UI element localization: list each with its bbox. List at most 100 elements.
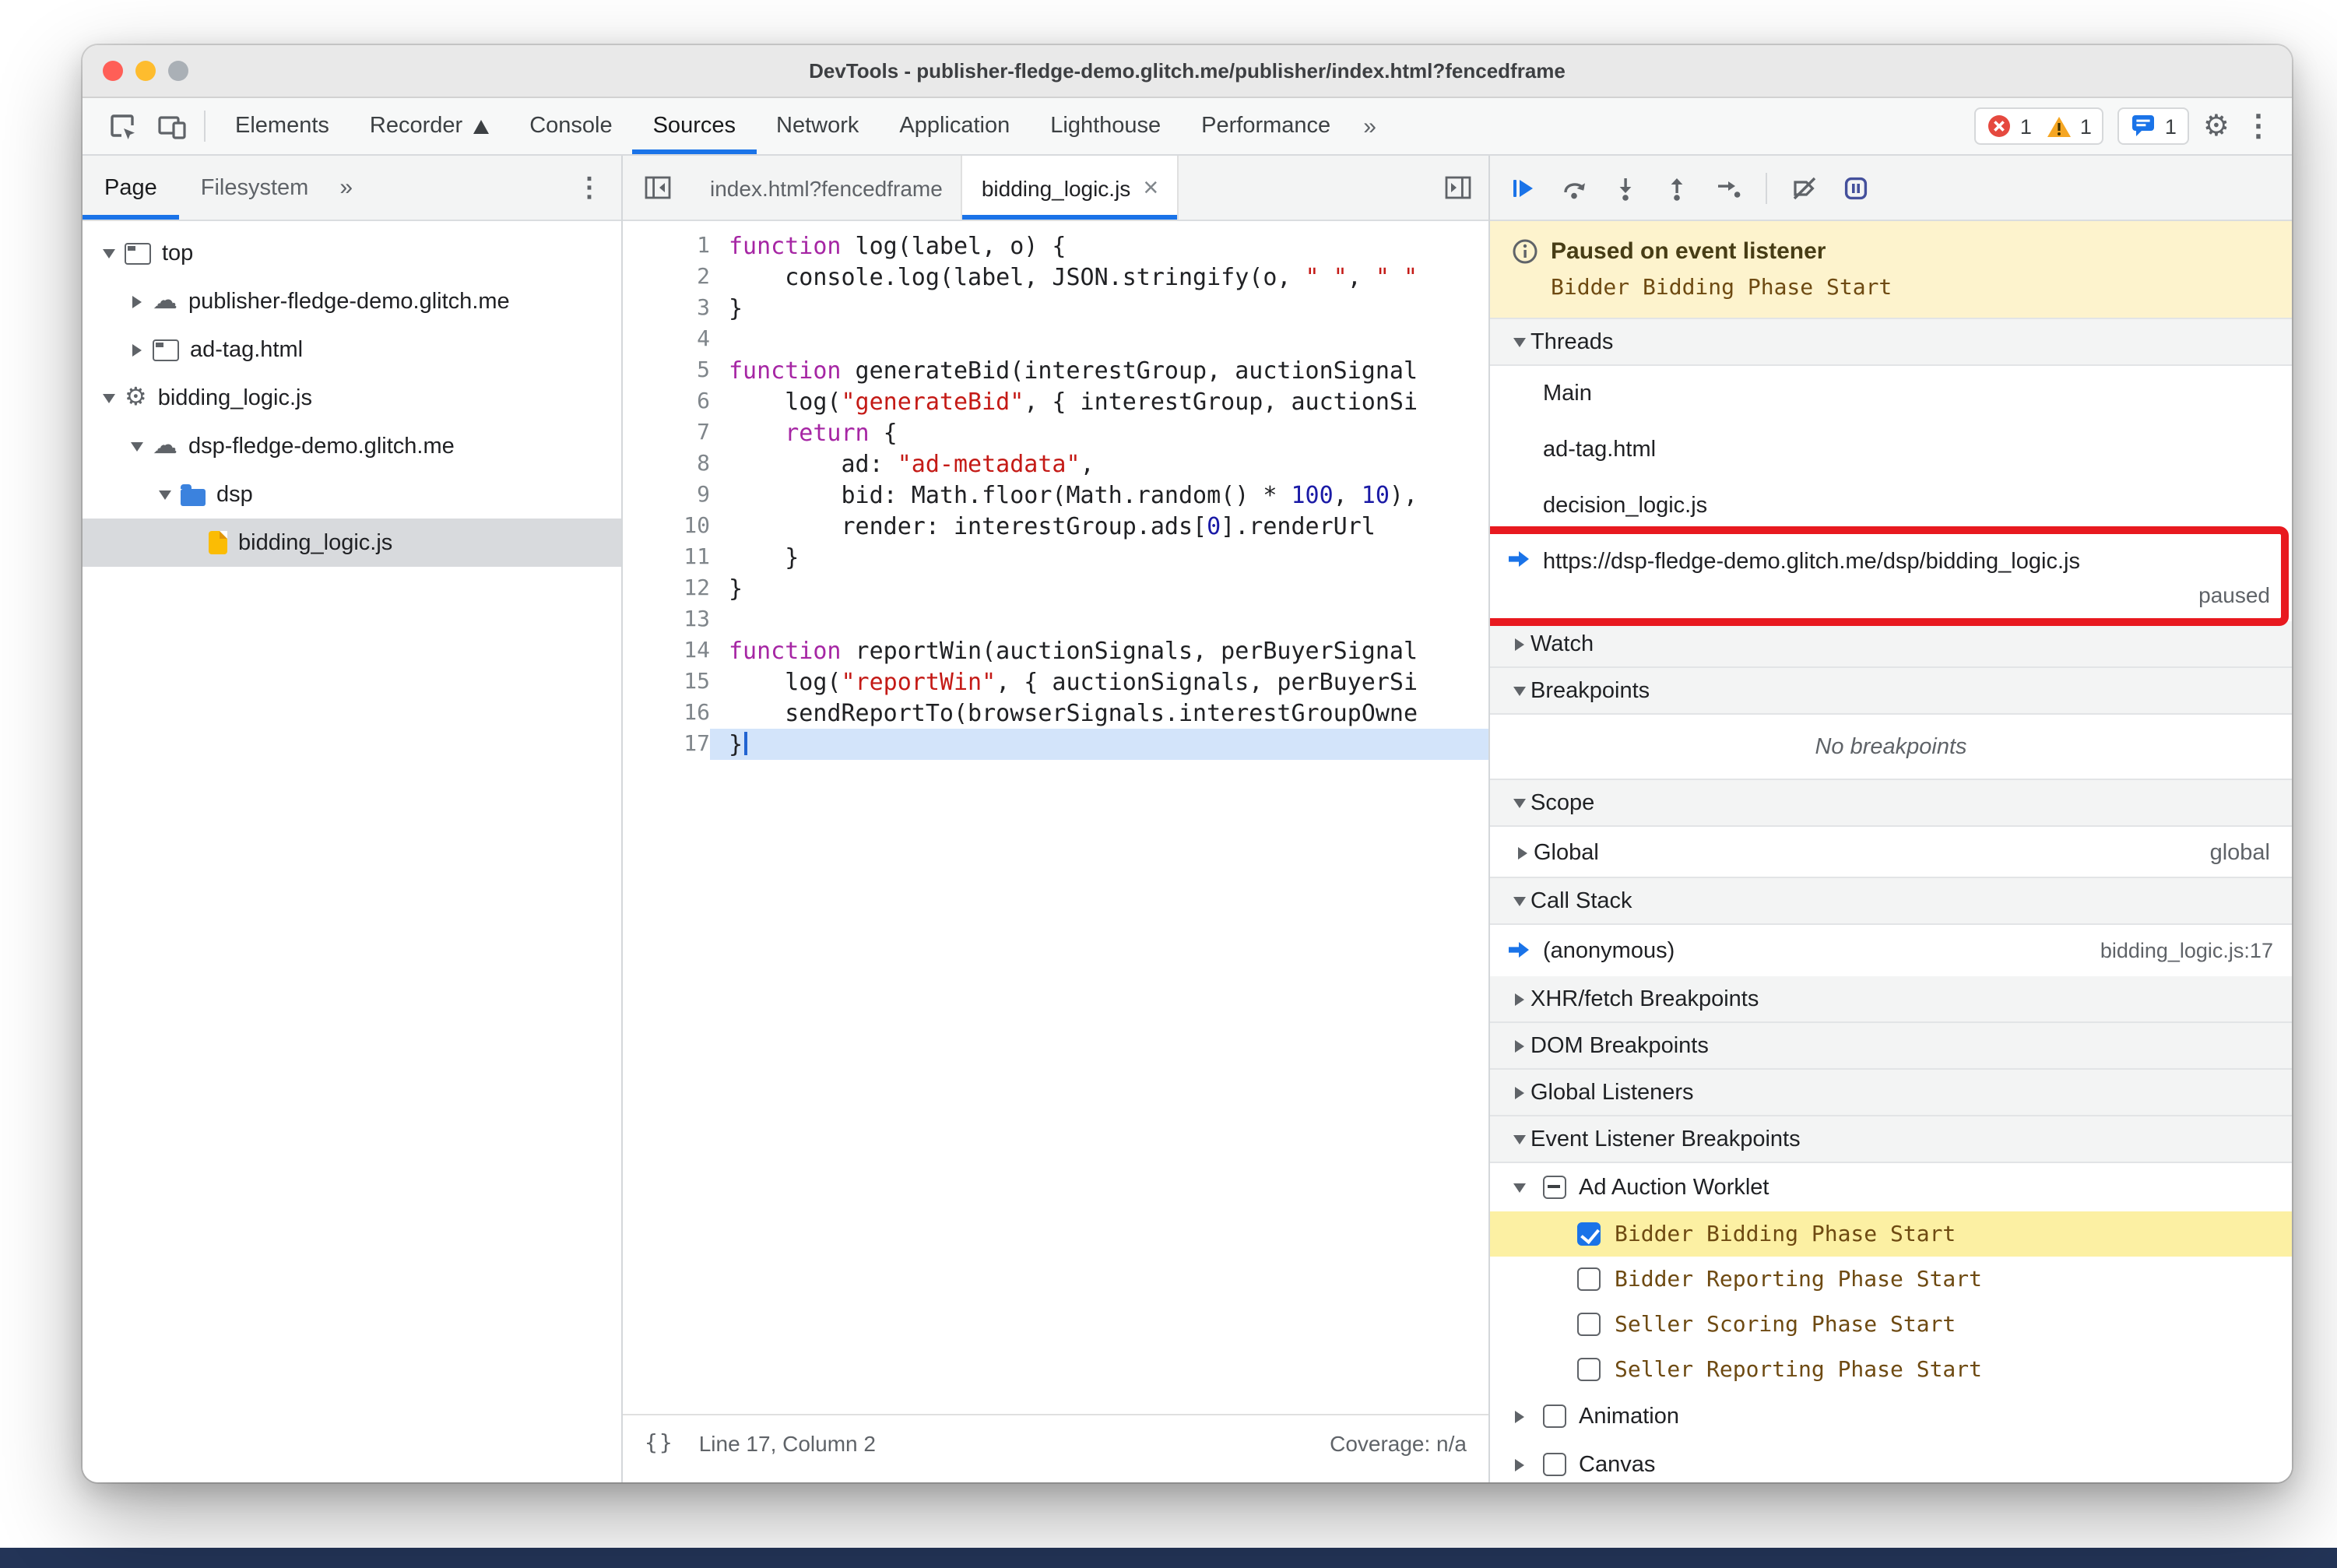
thread-row-decision-logic-js[interactable]: decision_logic.js xyxy=(1490,478,2292,534)
hide-navigator-icon[interactable] xyxy=(623,156,691,220)
checkbox[interactable] xyxy=(1577,1313,1601,1336)
code-text[interactable]: bid: Math.floor(Math.random() * 100, 10)… xyxy=(710,480,1488,511)
tab-recorder[interactable]: Recorder xyxy=(350,98,509,154)
line-number[interactable]: 12 xyxy=(623,573,710,604)
line-number[interactable]: 13 xyxy=(623,604,710,635)
line-number[interactable]: 14 xyxy=(623,635,710,666)
section-header-breakpoints[interactable]: Breakpoints xyxy=(1490,666,2292,715)
line-number[interactable]: 11 xyxy=(623,542,710,573)
step-icon[interactable] xyxy=(1705,164,1752,211)
step-over-icon[interactable] xyxy=(1551,164,1597,211)
code-text[interactable]: function reportWin(auctionSignals, perBu… xyxy=(710,635,1488,666)
tab-console[interactable]: Console xyxy=(509,98,632,154)
checkbox[interactable] xyxy=(1543,1176,1566,1199)
tree-item-bidding-logic-js[interactable]: bidding_logic.js xyxy=(83,374,621,422)
line-number[interactable]: 15 xyxy=(623,666,710,698)
line-number[interactable]: 16 xyxy=(623,698,710,729)
line-number[interactable]: 4 xyxy=(623,324,710,355)
elb-ad-auction-worklet[interactable]: Ad Auction Worklet xyxy=(1490,1163,2292,1211)
code-editor[interactable]: 1 function log(label, o) { 2 console.log… xyxy=(623,221,1488,1414)
deactivate-breakpoints-icon[interactable] xyxy=(1781,164,1828,211)
elb-bidder-bidding-phase-start[interactable]: Bidder Bidding Phase Start xyxy=(1490,1211,2292,1257)
line-number[interactable]: 1 xyxy=(623,230,710,262)
step-into-icon[interactable] xyxy=(1602,164,1649,211)
thread-row-ad-tag-html[interactable]: ad-tag.html xyxy=(1490,422,2292,478)
checkbox[interactable] xyxy=(1577,1267,1601,1291)
code-text[interactable]: console.log(label, JSON.stringify(o, " "… xyxy=(710,262,1488,293)
tree-item-top[interactable]: top xyxy=(83,229,621,277)
call-stack-frame[interactable]: (anonymous) bidding_logic.js:17 xyxy=(1490,925,2292,976)
section-header-xhr-breakpoints[interactable]: XHR/fetch Breakpoints xyxy=(1490,975,2292,1023)
tab-network[interactable]: Network xyxy=(756,98,879,154)
zoom-window-button[interactable] xyxy=(168,61,188,81)
checkbox[interactable] xyxy=(1577,1358,1601,1381)
navigator-tab-page[interactable]: Page xyxy=(83,156,179,220)
line-number[interactable]: 3 xyxy=(623,293,710,324)
tree-item-ad-tag-html[interactable]: ad-tag.html xyxy=(83,325,621,374)
section-header-event-listener-breakpoints[interactable]: Event Listener Breakpoints xyxy=(1490,1115,2292,1163)
code-text[interactable]: return { xyxy=(710,417,1488,448)
code-text[interactable]: } xyxy=(710,542,1488,573)
hide-debugger-icon[interactable] xyxy=(1426,156,1488,220)
editor-tab-bidding-logic-js[interactable]: bidding_logic.js × xyxy=(961,156,1179,220)
section-header-threads[interactable]: Threads xyxy=(1490,318,2292,366)
code-text[interactable]: sendReportTo(browserSignals.interestGrou… xyxy=(710,698,1488,729)
editor-tab-index-html-fencedframe[interactable]: index.html?fencedframe xyxy=(691,156,961,220)
tab-performance[interactable]: Performance xyxy=(1181,98,1351,154)
code-text[interactable]: } xyxy=(710,573,1488,604)
elb-canvas[interactable]: Canvas xyxy=(1490,1440,2292,1482)
console-status-badges[interactable]: 1 1 xyxy=(1974,107,2104,145)
line-number[interactable]: 9 xyxy=(623,480,710,511)
tab-lighthouse[interactable]: Lighthouse xyxy=(1030,98,1181,154)
section-header-global-listeners[interactable]: Global Listeners xyxy=(1490,1068,2292,1116)
kebab-menu-icon[interactable]: ⋮ xyxy=(2244,111,2273,141)
navigator-kebab-menu-icon[interactable]: ⋮ xyxy=(557,156,621,220)
tab-sources[interactable]: Sources xyxy=(633,98,756,154)
line-number[interactable]: 5 xyxy=(623,355,710,386)
tree-item-dsp-fledge-demo-glitch-me[interactable]: dsp-fledge-demo.glitch.me xyxy=(83,422,621,470)
scope-global-row[interactable]: Global global xyxy=(1490,827,2292,878)
line-number[interactable]: 7 xyxy=(623,417,710,448)
line-number[interactable]: 8 xyxy=(623,448,710,480)
code-text[interactable]: log("generateBid", { interestGroup, auct… xyxy=(710,386,1488,417)
navigator-more-tabs-button[interactable]: » xyxy=(330,156,362,220)
minimize-window-button[interactable] xyxy=(135,61,156,81)
code-text[interactable] xyxy=(710,604,1488,635)
line-number[interactable]: 17 xyxy=(623,729,710,760)
code-text[interactable] xyxy=(710,324,1488,355)
format-code-button[interactable]: {} xyxy=(645,1431,674,1456)
inspect-element-icon[interactable] xyxy=(98,103,145,149)
code-text[interactable]: render: interestGroup.ads[0].renderUrl xyxy=(710,511,1488,542)
tab-elements[interactable]: Elements xyxy=(215,98,350,154)
checkbox[interactable] xyxy=(1577,1222,1601,1246)
tree-item-bidding-logic-js[interactable]: bidding_logic.js xyxy=(83,519,621,567)
elb-bidder-reporting-phase-start[interactable]: Bidder Reporting Phase Start xyxy=(1490,1257,2292,1302)
line-number[interactable]: 10 xyxy=(623,511,710,542)
checkbox[interactable] xyxy=(1543,1405,1566,1428)
issues-button[interactable]: 1 xyxy=(2117,107,2189,145)
elb-animation[interactable]: Animation xyxy=(1490,1392,2292,1440)
elb-seller-scoring-phase-start[interactable]: Seller Scoring Phase Start xyxy=(1490,1302,2292,1347)
section-header-watch[interactable]: Watch xyxy=(1490,620,2292,668)
device-toolbar-icon[interactable] xyxy=(148,103,195,149)
checkbox[interactable] xyxy=(1543,1453,1566,1476)
code-text[interactable]: } xyxy=(710,293,1488,324)
settings-gear-icon[interactable]: ⚙ xyxy=(2203,111,2230,141)
code-text[interactable]: function generateBid(interestGroup, auct… xyxy=(710,355,1488,386)
close-window-button[interactable] xyxy=(103,61,123,81)
code-text[interactable]: ad: "ad-metadata", xyxy=(710,448,1488,480)
line-number[interactable]: 6 xyxy=(623,386,710,417)
code-text[interactable]: function log(label, o) { xyxy=(710,230,1488,262)
resume-script-icon[interactable] xyxy=(1499,164,1546,211)
step-out-icon[interactable] xyxy=(1653,164,1700,211)
tab-application[interactable]: Application xyxy=(879,98,1030,154)
thread-row-paused[interactable]: https://dsp-fledge-demo.glitch.me/dsp/bi… xyxy=(1490,526,2292,626)
section-header-call-stack[interactable]: Call Stack xyxy=(1490,877,2292,925)
section-header-scope[interactable]: Scope xyxy=(1490,779,2292,827)
navigator-tab-filesystem[interactable]: Filesystem xyxy=(179,156,331,220)
thread-row-main[interactable]: Main xyxy=(1490,366,2292,422)
section-header-dom-breakpoints[interactable]: DOM Breakpoints xyxy=(1490,1021,2292,1070)
code-text[interactable]: log("reportWin", { auctionSignals, perBu… xyxy=(710,666,1488,698)
elb-seller-reporting-phase-start[interactable]: Seller Reporting Phase Start xyxy=(1490,1347,2292,1392)
pause-on-exceptions-icon[interactable] xyxy=(1833,164,1879,211)
